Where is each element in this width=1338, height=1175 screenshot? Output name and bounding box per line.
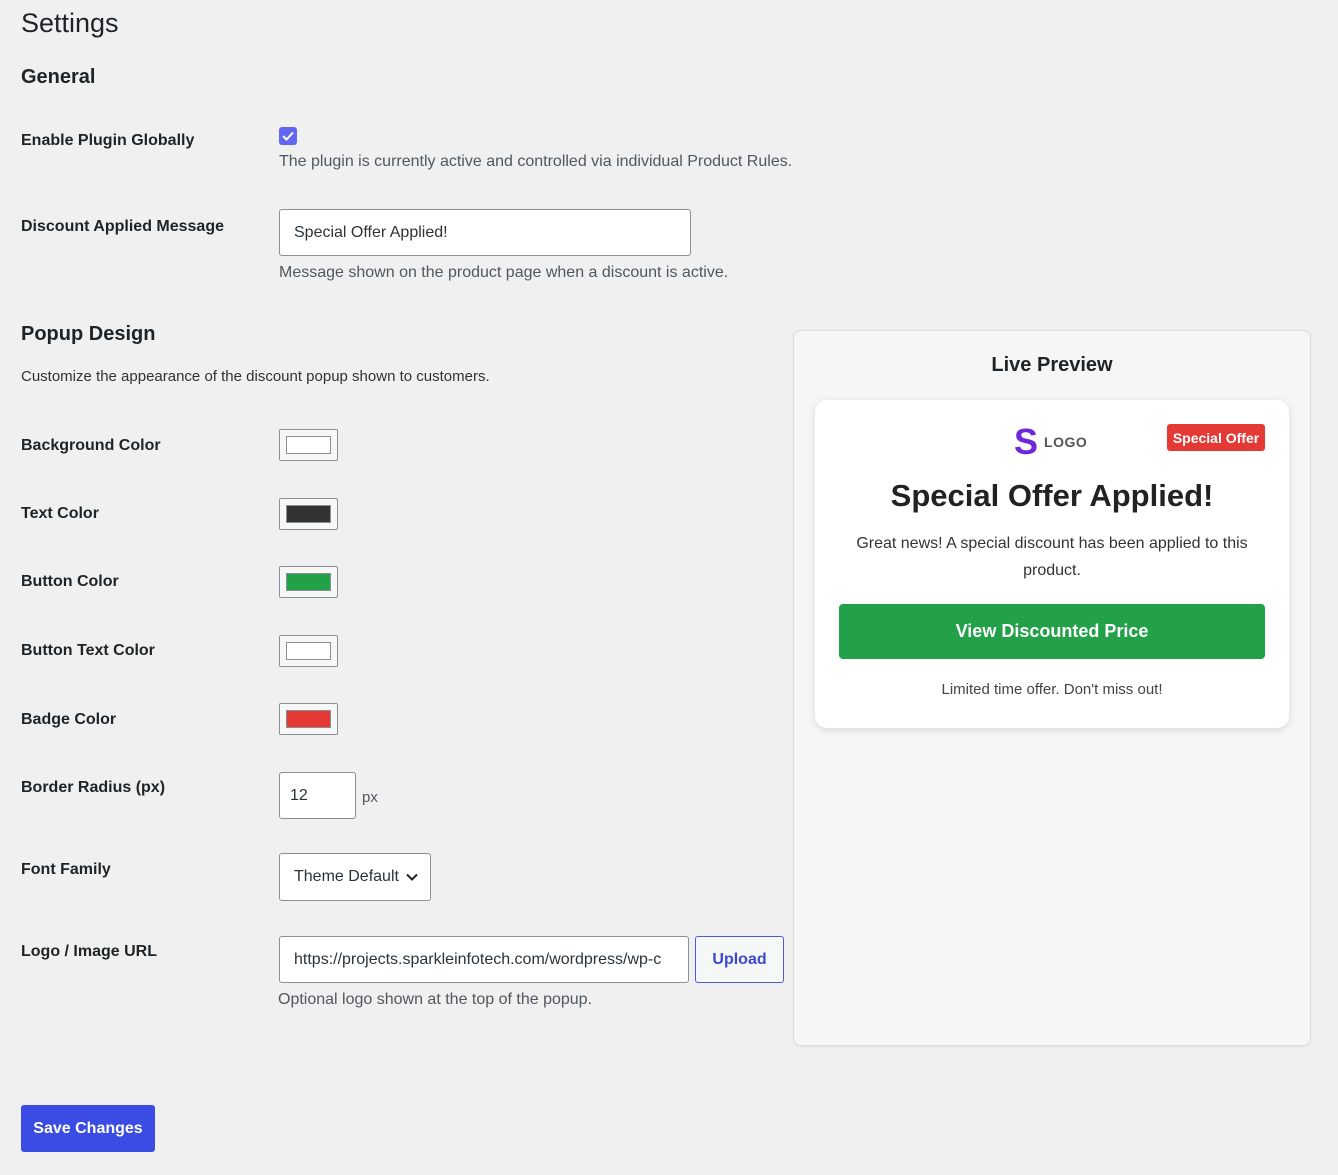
special-offer-badge: Special Offer — [1167, 424, 1265, 451]
badge-color-label: Badge Color — [21, 711, 117, 728]
badge-color-picker[interactable] — [279, 703, 338, 735]
button-color-picker[interactable] — [279, 566, 338, 598]
preview-body: Great news! A special discount has been … — [856, 535, 1248, 579]
text-color-picker[interactable] — [279, 498, 338, 530]
view-discounted-price-button: View Discounted Price — [839, 604, 1265, 659]
font-family-label: Font Family — [21, 861, 111, 878]
save-changes-button[interactable]: Save Changes — [21, 1105, 155, 1152]
text-color-swatch — [286, 505, 331, 523]
chevron-down-icon — [406, 873, 418, 881]
logo-s-icon: S — [1014, 421, 1039, 462]
logo-url-value: https://projects.sparkleinfotech.com/wor… — [294, 950, 662, 968]
discount-message-input[interactable]: Special Offer Applied! — [279, 209, 691, 256]
button-text-color-label: Button Text Color — [21, 642, 155, 659]
enable-plugin-description: The plugin is currently active and contr… — [279, 153, 793, 170]
button-text-color-swatch — [286, 642, 331, 660]
enable-plugin-label: Enable Plugin Globally — [21, 132, 195, 149]
border-radius-label: Border Radius (px) — [21, 779, 166, 796]
page-title: Settings — [21, 8, 119, 38]
upload-button[interactable]: Upload — [695, 936, 784, 983]
button-text-color-picker[interactable] — [279, 635, 338, 667]
general-heading: General — [21, 66, 96, 88]
checkmark-icon — [282, 131, 294, 141]
font-family-select[interactable]: Theme Default — [279, 853, 431, 901]
discount-message-value: Special Offer Applied! — [294, 223, 448, 241]
border-radius-value: 12 — [290, 786, 308, 804]
logo-url-description: Optional logo shown at the top of the po… — [278, 991, 593, 1008]
font-family-value: Theme Default — [294, 868, 399, 885]
popup-design-description: Customize the appearance of the discount… — [21, 368, 490, 385]
enable-plugin-checkbox[interactable] — [279, 127, 297, 145]
discount-message-description: Message shown on the product page when a… — [279, 264, 729, 281]
popup-design-heading: Popup Design — [21, 323, 156, 345]
border-radius-unit: px — [362, 789, 378, 806]
preview-footer: Limited time offer. Don't miss out! — [941, 681, 1163, 698]
background-color-swatch — [286, 436, 331, 454]
text-color-label: Text Color — [21, 505, 99, 522]
button-color-label: Button Color — [21, 573, 119, 590]
discount-message-label: Discount Applied Message — [21, 218, 224, 235]
border-radius-input[interactable]: 12 — [279, 772, 356, 819]
logo-url-label: Logo / Image URL — [21, 943, 157, 960]
button-color-swatch — [286, 573, 331, 591]
preview-logo: S LOGO — [1014, 424, 1087, 460]
preview-heading: Special Offer Applied! — [890, 478, 1214, 513]
badge-color-swatch — [286, 710, 331, 728]
background-color-label: Background Color — [21, 437, 161, 454]
background-color-picker[interactable] — [279, 429, 338, 461]
logo-text: LOGO — [1044, 434, 1088, 450]
live-preview-title: Live Preview — [991, 354, 1113, 376]
logo-url-input[interactable]: https://projects.sparkleinfotech.com/wor… — [279, 936, 689, 983]
